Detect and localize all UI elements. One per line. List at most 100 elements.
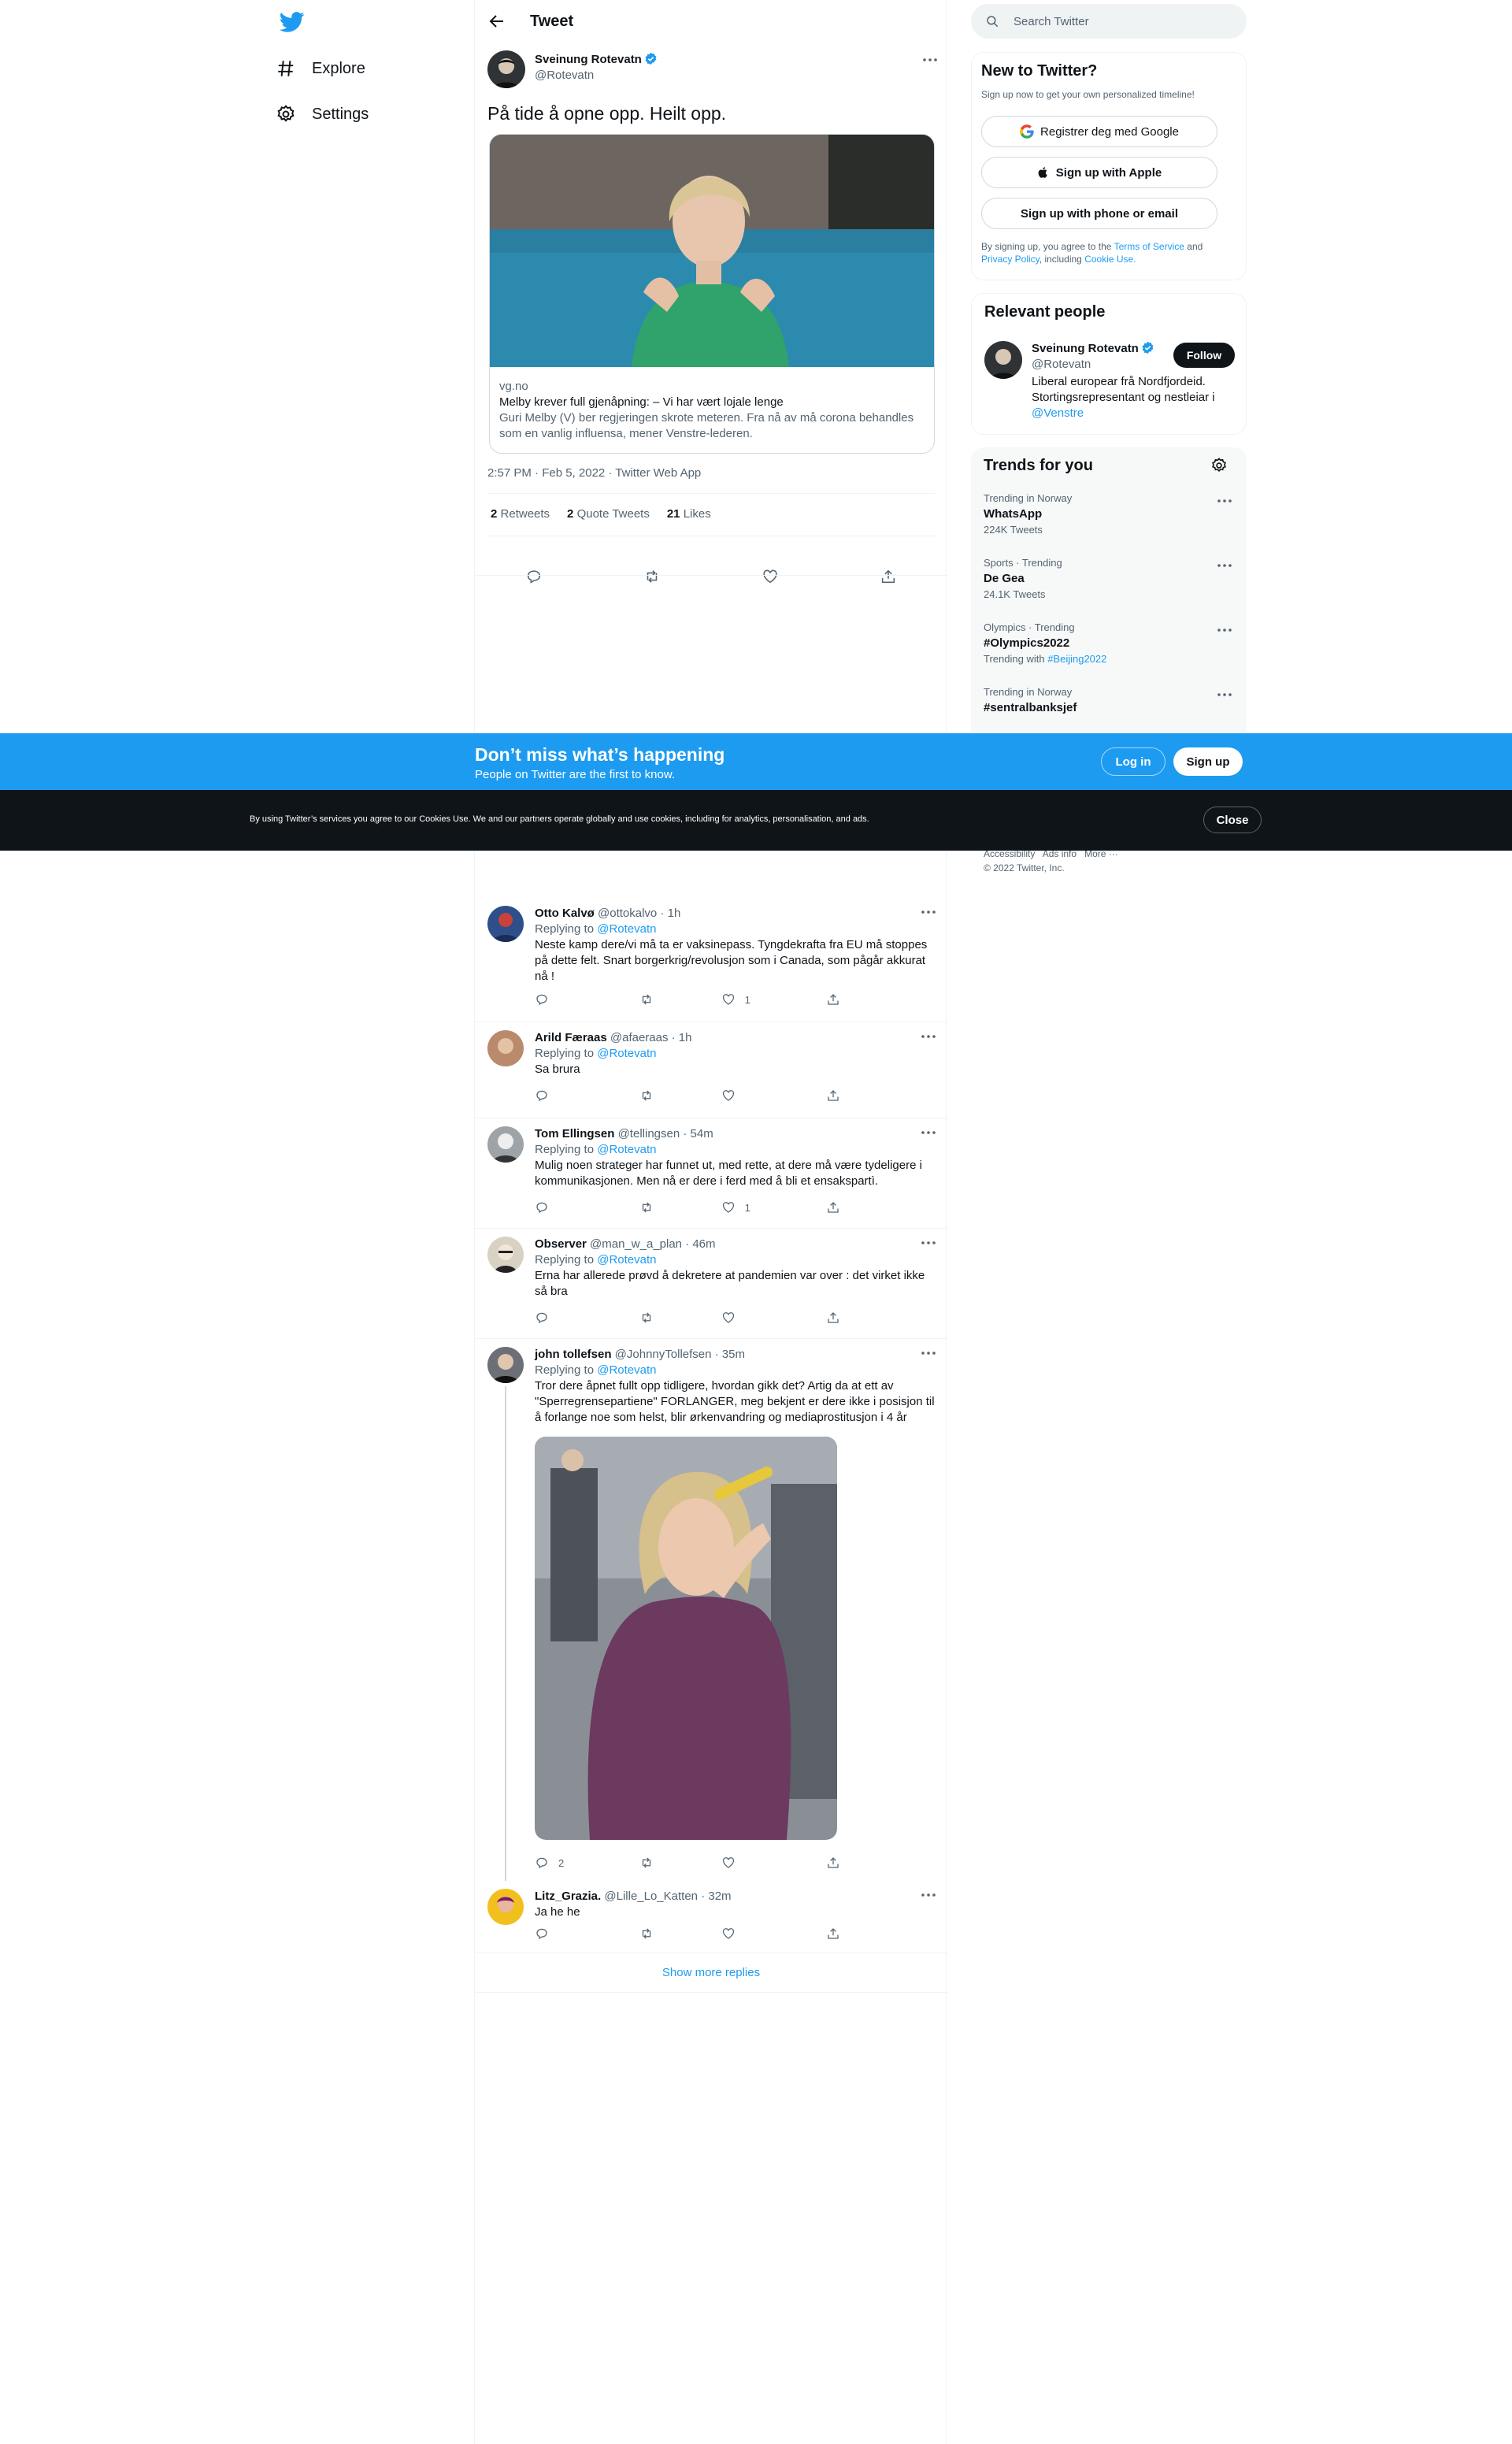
close-cookie-button[interactable]: Close [1203, 807, 1262, 833]
avatar[interactable] [487, 906, 524, 942]
more-options-icon[interactable] [919, 1344, 938, 1363]
share-button[interactable] [826, 1088, 873, 1103]
avatar[interactable] [984, 341, 1022, 379]
like-button[interactable] [721, 1088, 792, 1103]
settings-gear-icon[interactable] [1210, 457, 1228, 474]
more-options-icon[interactable] [921, 50, 939, 69]
reply-button[interactable] [535, 1200, 606, 1215]
more-options-icon[interactable] [1215, 556, 1234, 575]
nav-settings[interactable]: Settings [276, 95, 369, 134]
more-options-icon[interactable] [1215, 685, 1234, 704]
replying-to-link[interactable]: @Rotevatn [597, 1363, 656, 1377]
share-button[interactable] [826, 1927, 873, 1941]
like-button[interactable] [721, 1311, 792, 1325]
like-button[interactable]: 1 [721, 1200, 792, 1215]
share-icon[interactable] [880, 568, 897, 585]
like-button[interactable] [721, 1927, 792, 1941]
reply-author-name[interactable]: john tollefsen [535, 1348, 612, 1361]
reply-button[interactable] [535, 992, 606, 1007]
author-name[interactable]: Sveinung Rotevatn [535, 53, 642, 66]
phone-email-signup-button[interactable]: Sign up with phone or email [981, 198, 1217, 229]
reply-author-name[interactable]: Litz_Grazia. [535, 1890, 601, 1903]
retweet-button[interactable] [639, 1311, 687, 1325]
avatar[interactable] [487, 1030, 524, 1066]
reply-tweet[interactable]: Observer @man_w_a_plan · 46m Replying to… [475, 1229, 947, 1339]
reply-author-name[interactable]: Observer [535, 1237, 587, 1251]
trend-item[interactable]: Sports · Trending De Gea 24.1K Tweets [984, 556, 1236, 602]
retweet-button[interactable] [639, 1927, 687, 1941]
replying-to-link[interactable]: @Rotevatn [597, 1047, 656, 1060]
cookie-link[interactable]: Cookie Use. [1084, 254, 1136, 265]
reply-tweet[interactable]: Otto Kalvø @ottokalvo · 1h Replying to @… [475, 898, 947, 1022]
reply-button[interactable] [535, 1927, 606, 1941]
likes-stat[interactable]: 21 Likes [667, 507, 711, 521]
follow-button[interactable]: Follow [1173, 343, 1235, 368]
tweet-timestamp[interactable]: 2:57 PM · Feb 5, 2022 · Twitter Web App [487, 466, 701, 480]
retweet-button[interactable] [639, 1200, 687, 1215]
reply-author-name[interactable]: Tom Ellingsen [535, 1127, 614, 1140]
search-box[interactable]: Search Twitter [971, 4, 1247, 39]
author-handle[interactable]: @Rotevatn [535, 68, 658, 83]
share-button[interactable] [826, 992, 873, 1007]
relevant-handle[interactable]: @Rotevatn [1032, 357, 1173, 373]
avatar[interactable] [487, 50, 525, 88]
reply-tweet[interactable]: Arild Færaas @afaeraas · 1h Replying to … [475, 1022, 947, 1118]
trend-item[interactable]: Olympics · Trending #Olympics2022 Trendi… [984, 621, 1236, 666]
more-options-icon[interactable] [1215, 621, 1234, 640]
login-button[interactable]: Log in [1101, 747, 1166, 776]
like-icon[interactable] [762, 568, 779, 585]
show-more-replies-link[interactable]: Show more replies [475, 1953, 947, 1993]
retweet-button[interactable] [639, 1856, 687, 1870]
more-options-icon[interactable] [919, 1886, 938, 1904]
quote-tweets-stat[interactable]: 2 Quote Tweets [567, 507, 650, 521]
relevant-name[interactable]: Sveinung Rotevatn [1032, 342, 1139, 355]
apple-signup-button[interactable]: Sign up with Apple [981, 157, 1217, 188]
reply-meta[interactable]: @JohnnyTollefsen · 35m [615, 1348, 745, 1361]
relevant-bio-link[interactable]: @Venstre [1032, 406, 1084, 420]
twitter-logo-icon[interactable] [279, 9, 306, 35]
reply-image[interactable] [535, 1437, 837, 1840]
reply-icon[interactable] [525, 568, 543, 585]
retweet-button[interactable] [639, 992, 687, 1007]
more-options-icon[interactable] [919, 1027, 938, 1046]
retweet-button[interactable] [639, 1088, 687, 1103]
reply-button[interactable]: 2 [535, 1856, 606, 1870]
avatar[interactable] [487, 1347, 524, 1383]
retweet-icon[interactable] [643, 568, 661, 585]
trend-item[interactable]: Trending in Norway WhatsApp 224K Tweets [984, 491, 1236, 537]
avatar[interactable] [487, 1237, 524, 1273]
reply-meta[interactable]: @tellingsen · 54m [618, 1127, 713, 1140]
avatar[interactable] [487, 1126, 524, 1163]
retweets-stat[interactable]: 2 Retweets [491, 507, 550, 521]
reply-meta[interactable]: @ottokalvo · 1h [598, 907, 680, 920]
like-button[interactable] [721, 1856, 792, 1870]
more-options-icon[interactable] [919, 1233, 938, 1252]
like-button[interactable]: 1 [721, 992, 792, 1007]
reply-meta[interactable]: @man_w_a_plan · 46m [590, 1237, 715, 1251]
reply-meta[interactable]: @afaeraas · 1h [610, 1031, 692, 1044]
reply-button[interactable] [535, 1311, 606, 1325]
replying-to-link[interactable]: @Rotevatn [597, 1253, 656, 1267]
reply-tweet[interactable]: Tom Ellingsen @tellingsen · 54m Replying… [475, 1118, 947, 1229]
signup-button[interactable]: Sign up [1173, 747, 1243, 776]
trend-with-tag[interactable]: #Beijing2022 [1047, 653, 1106, 665]
more-options-icon[interactable] [919, 1123, 938, 1142]
reply-author-name[interactable]: Otto Kalvø [535, 907, 595, 920]
reply-button[interactable] [535, 1088, 606, 1103]
reply-meta[interactable]: @Lille_Lo_Katten · 32m [604, 1890, 731, 1903]
share-button[interactable] [826, 1200, 873, 1215]
reply-tweet[interactable]: Litz_Grazia. @Lille_Lo_Katten · 32m Ja h… [475, 1881, 947, 1953]
share-button[interactable] [826, 1856, 873, 1870]
nav-explore[interactable]: Explore [276, 49, 365, 88]
more-options-icon[interactable] [1215, 491, 1234, 510]
google-signup-button[interactable]: Registrer deg med Google [981, 116, 1217, 147]
reply-tweet[interactable]: john tollefsen @JohnnyTollefsen · 35m Re… [475, 1339, 947, 1881]
privacy-link[interactable]: Privacy Policy [981, 254, 1040, 265]
more-options-icon[interactable] [919, 903, 938, 922]
reply-author-name[interactable]: Arild Færaas [535, 1031, 607, 1044]
replying-to-link[interactable]: @Rotevatn [597, 1143, 656, 1156]
trend-item[interactable]: Trending in Norway #sentralbanksjef [984, 685, 1236, 717]
share-button[interactable] [826, 1311, 873, 1325]
replying-to-link[interactable]: @Rotevatn [597, 922, 656, 936]
avatar[interactable] [487, 1889, 524, 1925]
